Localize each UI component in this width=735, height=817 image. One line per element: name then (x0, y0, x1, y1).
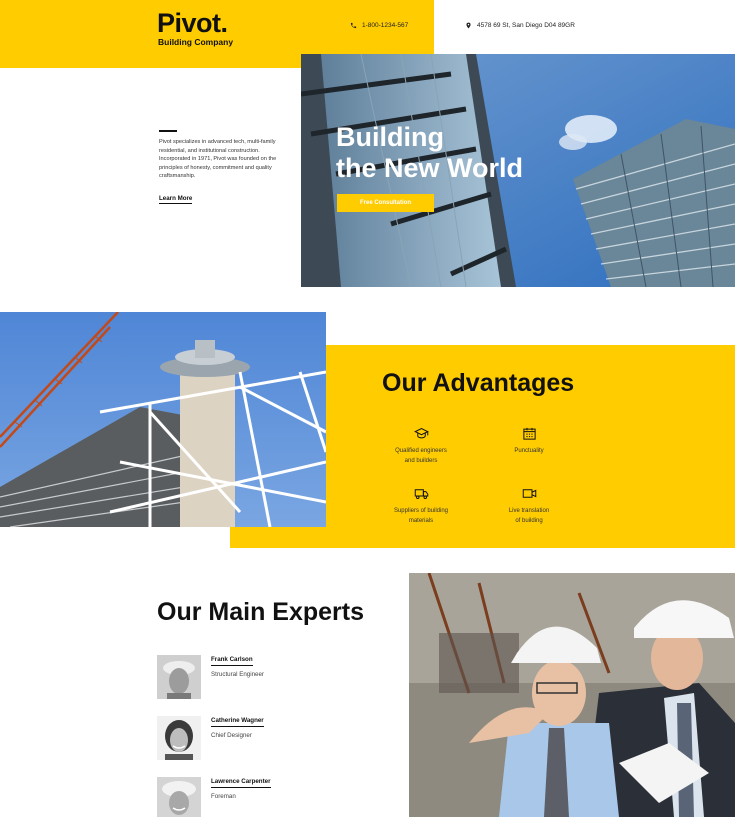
expert-avatar[interactable] (157, 716, 201, 760)
expert-role: Foreman (211, 793, 236, 800)
advantage-label-3a: Suppliers of building (393, 508, 449, 514)
expert-name[interactable]: Catherine Wagner (211, 717, 264, 727)
experts-title: Our Main Experts (157, 598, 364, 626)
advantage-label-4b: of building (515, 517, 543, 524)
expert-avatar[interactable] (157, 655, 201, 699)
intro-divider (159, 130, 177, 132)
phone-icon (350, 22, 357, 29)
truck-icon (414, 489, 428, 499)
expert-name[interactable]: Frank Carlson (211, 656, 253, 666)
advantages-image (0, 312, 326, 527)
graduation-cap-icon (413, 427, 429, 439)
header-address: 4578 69 St, San Diego D04 89GR (465, 22, 575, 29)
advantage-item-punctuality: Punctuality (484, 426, 574, 457)
advantage-label-1b: and builders (404, 457, 438, 464)
logo-title[interactable]: Pivot. (157, 8, 228, 39)
advantage-item-engineers: Qualified engineers and builders (376, 426, 466, 466)
engineers-photo (409, 573, 735, 817)
hero-title-line1: Building (336, 122, 444, 152)
intro-text: Pivot specializes in advanced tech, mult… (159, 139, 277, 180)
free-consultation-button[interactable]: Free Consultation (337, 194, 434, 212)
hero-title-line2: the New World (336, 153, 524, 183)
location-pin-icon (466, 22, 471, 29)
expert-role: Chief Designer (211, 732, 252, 739)
advantage-item-live-translation: Live translation of building (484, 486, 574, 526)
calendar-icon (522, 427, 536, 440)
advantage-label-4a: Live translation (508, 508, 550, 514)
learn-more-link[interactable]: Learn More (159, 195, 193, 204)
advantage-label-2a: Punctuality (514, 448, 544, 454)
video-camera-icon (522, 489, 536, 498)
advantage-item-suppliers: Suppliers of building materials (376, 486, 466, 526)
address-text: 4578 69 St, San Diego D04 89GR (477, 22, 575, 29)
logo-tagline: Building Company (158, 37, 234, 47)
advantage-label-3b: materials (408, 517, 434, 524)
advantage-label-1a: Qualified engineers (395, 448, 447, 454)
advantages-title: Our Advantages (382, 369, 575, 397)
hero-title: Building the New World (336, 122, 523, 184)
expert-role: Structural Engineer (211, 671, 264, 678)
expert-avatar[interactable] (157, 777, 201, 817)
phone-number: 1-800-1234-567 (362, 22, 409, 29)
expert-name[interactable]: Lawrence Carpenter (211, 778, 271, 788)
header-phone[interactable]: 1-800-1234-567 (350, 22, 408, 29)
